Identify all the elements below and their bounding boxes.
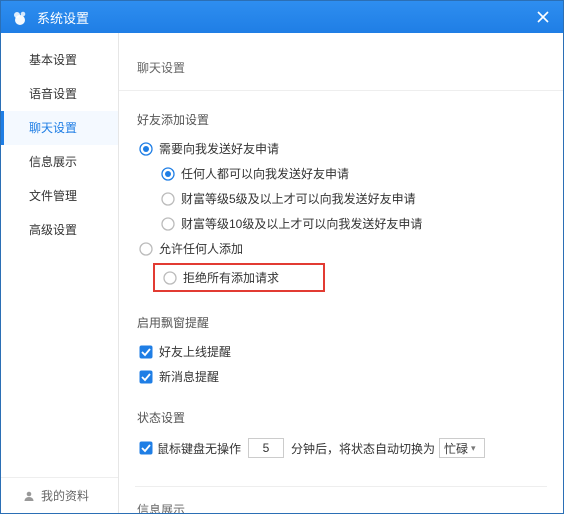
- checkbox-online-remind[interactable]: 好友上线提醒: [131, 339, 545, 364]
- status-prefix: 鼠标键盘无操作: [157, 440, 241, 457]
- checkbox-idle-status[interactable]: [139, 441, 153, 455]
- checkbox-newmsg-remind[interactable]: 新消息提醒: [131, 364, 545, 389]
- radio-allow-anyone[interactable]: 允许任何人添加: [131, 236, 545, 261]
- chevron-down-icon: ▾: [471, 443, 476, 454]
- highlighted-option: 拒绝所有添加请求: [153, 263, 325, 292]
- radio-label: 允许任何人添加: [159, 240, 243, 257]
- divider: [135, 486, 547, 487]
- sidebar-profile-label: 我的资料: [41, 487, 89, 504]
- radio-label: 财富等级10级及以上才可以向我发送好友申请: [181, 215, 422, 232]
- sidebar: 基本设置 语音设置 聊天设置 信息展示 文件管理 高级设置 我的资料: [1, 33, 119, 513]
- app-icon: [11, 8, 29, 26]
- checkbox-label: 新消息提醒: [159, 368, 219, 385]
- radio-label: 财富等级5级及以上才可以向我发送好友申请: [181, 190, 416, 207]
- sidebar-item-label: 高级设置: [29, 223, 77, 237]
- sidebar-item-label: 聊天设置: [29, 121, 77, 135]
- sidebar-profile-link[interactable]: 我的资料: [1, 477, 118, 513]
- sidebar-item-voice[interactable]: 语音设置: [1, 77, 118, 111]
- checkbox-icon-checked: [139, 370, 153, 384]
- idle-minutes-input[interactable]: 5: [248, 438, 284, 458]
- info-display-heading: 信息展示: [119, 493, 563, 513]
- radio-anyone-send[interactable]: 任何人都可以向我发送好友申请: [131, 161, 545, 186]
- friend-add-title: 好友添加设置: [137, 105, 545, 136]
- main-panel: 聊天设置 好友添加设置 需要向我发送好友申请 任何人都可以向我发送好友申请: [119, 33, 563, 513]
- sidebar-item-chat[interactable]: 聊天设置: [1, 111, 118, 145]
- sidebar-item-label: 信息展示: [29, 155, 77, 169]
- radio-label: 拒绝所有添加请求: [183, 269, 279, 286]
- sidebar-item-label: 基本设置: [29, 53, 77, 67]
- person-icon: [23, 490, 35, 502]
- radio-icon: [161, 217, 175, 231]
- popup-title: 启用飘窗提醒: [137, 308, 545, 339]
- sidebar-item-info[interactable]: 信息展示: [1, 145, 118, 179]
- status-title: 状态设置: [137, 403, 545, 434]
- sidebar-item-file[interactable]: 文件管理: [1, 179, 118, 213]
- radio-icon-selected: [161, 167, 175, 181]
- window-title: 系统设置: [37, 8, 531, 27]
- radio-icon: [161, 192, 175, 206]
- radio-wealth5[interactable]: 财富等级5级及以上才可以向我发送好友申请: [131, 186, 545, 211]
- checkbox-icon-checked: [139, 345, 153, 359]
- radio-icon[interactable]: [163, 271, 177, 285]
- titlebar: 系统设置: [1, 1, 563, 33]
- sidebar-item-basic[interactable]: 基本设置: [1, 43, 118, 77]
- checkbox-label: 好友上线提醒: [159, 343, 231, 360]
- sidebar-item-advanced[interactable]: 高级设置: [1, 213, 118, 247]
- radio-label: 需要向我发送好友申请: [159, 140, 279, 157]
- sidebar-item-label: 文件管理: [29, 189, 77, 203]
- radio-need-request[interactable]: 需要向我发送好友申请: [131, 136, 545, 161]
- radio-icon: [139, 242, 153, 256]
- close-button[interactable]: [531, 5, 555, 29]
- status-combo-value: 忙碌: [444, 440, 468, 457]
- status-middle: 分钟后，将状态自动切换为: [291, 440, 435, 457]
- main-heading: 聊天设置: [119, 51, 563, 91]
- status-combo[interactable]: 忙碌 ▾: [439, 438, 485, 458]
- radio-label: 任何人都可以向我发送好友申请: [181, 165, 349, 182]
- sidebar-item-label: 语音设置: [29, 87, 77, 101]
- radio-wealth10[interactable]: 财富等级10级及以上才可以向我发送好友申请: [131, 211, 545, 236]
- radio-icon-selected: [139, 142, 153, 156]
